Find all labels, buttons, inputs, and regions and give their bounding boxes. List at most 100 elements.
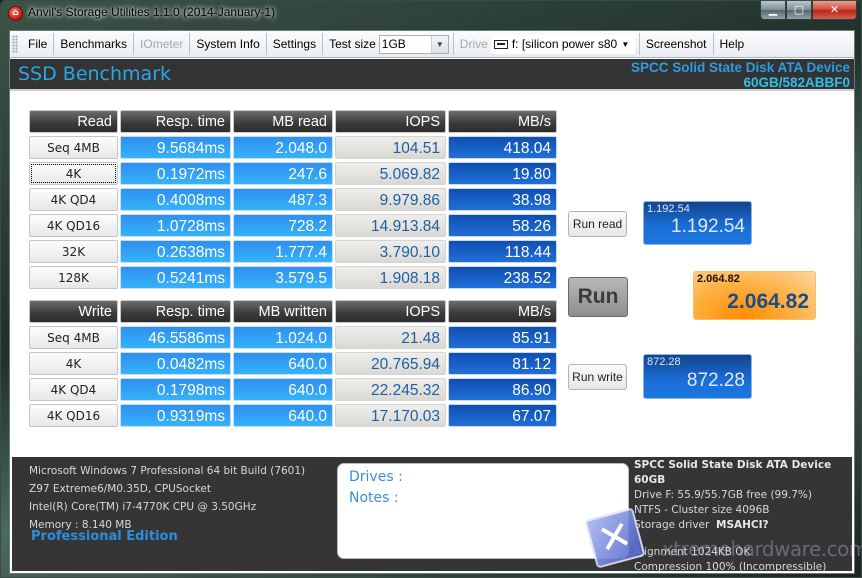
mbs-cell: 58.26 bbox=[448, 214, 557, 237]
write-score: 872.28 872.28 bbox=[643, 354, 752, 399]
mbs-cell: 118.44 bbox=[448, 240, 557, 263]
notes-box[interactable]: Drives : Notes : bbox=[337, 463, 629, 559]
window-title: Anvil's Storage Utilities 1.1.0 (2014-Ja… bbox=[28, 5, 276, 19]
toolbar-grip[interactable] bbox=[12, 35, 18, 53]
mb-cell: 728.2 bbox=[233, 214, 333, 237]
app-logo-icon: ⌂ bbox=[8, 6, 23, 21]
drive-select[interactable]: f: [silicon power s80] ▼ bbox=[490, 34, 635, 54]
iops-cell: 17.170.03 bbox=[335, 404, 446, 427]
chevron-down-icon[interactable]: ▼ bbox=[430, 35, 448, 53]
mb-cell: 487.3 bbox=[233, 188, 333, 211]
menu-screenshot[interactable]: Screenshot bbox=[644, 33, 714, 55]
resp-time-cell: 0.5241ms bbox=[120, 266, 231, 289]
iops-cell: 5.069.82 bbox=[335, 162, 446, 185]
storage-driver-label: Storage driver bbox=[634, 519, 710, 531]
header-band: SSD Benchmark SPCC Solid State Disk ATA … bbox=[10, 59, 854, 91]
iops-cell: 20.765.94 bbox=[335, 352, 446, 375]
menu-file[interactable]: File bbox=[22, 33, 55, 55]
mb-cell: 2.048.0 bbox=[233, 136, 333, 159]
iops-cell: 22.245.32 bbox=[335, 378, 446, 401]
write-test-button[interactable]: 4K bbox=[29, 352, 118, 375]
menu-system-info[interactable]: System Info bbox=[190, 33, 267, 55]
read-test-button[interactable]: 4K QD16 bbox=[29, 214, 118, 237]
separator bbox=[452, 33, 454, 55]
total-score-value: 2.064.82 bbox=[727, 290, 809, 313]
iops-cell: 104.51 bbox=[335, 136, 446, 159]
total-score: 2.064.82 2.064.82 bbox=[693, 271, 816, 320]
mbs-cell: 238.52 bbox=[448, 266, 557, 289]
run-write-button[interactable]: Run write bbox=[568, 364, 627, 390]
resp-time-cell: 0.4008ms bbox=[120, 188, 231, 211]
ntfs-info: NTFS - Cluster size 4096B bbox=[634, 504, 770, 516]
read-header-label: Read bbox=[29, 110, 118, 133]
resp-time-cell: 0.1798ms bbox=[120, 378, 231, 401]
iops-cell: 21.48 bbox=[335, 326, 446, 349]
os-info: Microsoft Windows 7 Professional 64 bit … bbox=[29, 465, 306, 477]
read-test-button[interactable]: 4K QD4 bbox=[29, 188, 118, 211]
read-test-button[interactable]: 32K bbox=[29, 240, 118, 263]
drive-free: Drive F: 55.9/55.7GB free (99.7%) bbox=[634, 489, 812, 501]
chevron-down-icon[interactable]: ▼ bbox=[616, 35, 634, 53]
menu-benchmarks[interactable]: Benchmarks bbox=[54, 33, 135, 55]
title-bar[interactable]: ⌂ Anvil's Storage Utilities 1.1.0 (2014-… bbox=[1, 1, 862, 27]
resp-time-cell: 1.0728ms bbox=[120, 214, 231, 237]
notes-label: Notes : bbox=[349, 490, 399, 506]
drive-title: SPCC Solid State Disk ATA Device 60GB bbox=[634, 459, 832, 486]
mbs-cell: 67.07 bbox=[448, 404, 557, 427]
read-score-small: 1.192.54 bbox=[647, 203, 690, 215]
app-window: ⌂ Anvil's Storage Utilities 1.1.0 (2014-… bbox=[0, 0, 862, 578]
drive-value: f: [silicon power s80] bbox=[511, 36, 621, 51]
read-score: 1.192.54 1.192.54 bbox=[643, 201, 752, 245]
resp-time-cell: 46.5586ms bbox=[120, 326, 231, 349]
read-test-button[interactable]: Seq 4MB bbox=[29, 136, 118, 159]
write-score-value: 872.28 bbox=[686, 370, 745, 391]
mbs-cell: 38.98 bbox=[448, 188, 557, 211]
read-score-value: 1.192.54 bbox=[671, 216, 745, 237]
mbs-cell: 85.91 bbox=[448, 326, 557, 349]
client-area: File Benchmarks IOmeter System Info Sett… bbox=[9, 30, 862, 574]
iops-cell: 1.908.18 bbox=[335, 266, 446, 289]
page-title: SSD Benchmark bbox=[18, 63, 172, 85]
menu-help[interactable]: Help bbox=[714, 33, 751, 55]
read-test-button[interactable]: 4K bbox=[29, 162, 118, 185]
write-test-button[interactable]: 4K QD16 bbox=[29, 404, 118, 427]
read-header-resp: Resp. time bbox=[120, 110, 231, 133]
info-panel: Microsoft Windows 7 Professional 64 bit … bbox=[12, 457, 862, 573]
close-button[interactable]: ✕ bbox=[812, 1, 857, 20]
resp-time-cell: 0.9319ms bbox=[120, 404, 231, 427]
mb-cell: 247.6 bbox=[233, 162, 333, 185]
test-size-value: 1GB bbox=[381, 36, 406, 51]
resp-time-cell: 0.0482ms bbox=[120, 352, 231, 375]
mb-cell: 3.579.5 bbox=[233, 266, 333, 289]
footer-panel: Microsoft Windows 7 Professional 64 bit … bbox=[10, 449, 862, 573]
menu-iometer: IOmeter bbox=[134, 33, 191, 55]
read-header-mbs: MB/s bbox=[448, 110, 557, 133]
resp-time-cell: 0.1972ms bbox=[120, 162, 231, 185]
mb-cell: 640.0 bbox=[233, 404, 333, 427]
run-all-button[interactable]: Run bbox=[568, 277, 628, 317]
write-test-button[interactable]: Seq 4MB bbox=[29, 326, 118, 349]
resp-time-cell: 9.5684ms bbox=[120, 136, 231, 159]
drive-label: Drive bbox=[459, 37, 488, 51]
write-test-button[interactable]: 4K QD4 bbox=[29, 378, 118, 401]
iops-cell: 14.913.84 bbox=[335, 214, 446, 237]
iops-cell: 9.979.86 bbox=[335, 188, 446, 211]
test-size-select[interactable]: 1GB ▼ bbox=[378, 34, 449, 54]
run-read-button[interactable]: Run read bbox=[568, 211, 627, 237]
benchmark-panel: Read Resp. time MB read IOPS MB/s Seq 4M… bbox=[10, 93, 854, 449]
motherboard-info: Z97 Extreme6/M0.35D, CPUSocket bbox=[29, 483, 212, 495]
read-test-button[interactable]: 128K bbox=[29, 266, 118, 289]
maximize-button[interactable]: ▢ bbox=[786, 1, 812, 20]
storage-driver: Storage driver MSAHCI? bbox=[634, 518, 852, 533]
read-header-iops: IOPS bbox=[335, 110, 446, 133]
drive-icon bbox=[493, 39, 508, 49]
minimize-button[interactable]: ▁ bbox=[760, 1, 786, 20]
drives-label: Drives : bbox=[349, 469, 403, 485]
edition-label: Professional Edition bbox=[31, 529, 178, 544]
read-header-mb: MB read bbox=[233, 110, 333, 133]
write-header-iops: IOPS bbox=[335, 300, 446, 323]
system-info: Microsoft Windows 7 Professional 64 bit … bbox=[29, 462, 305, 534]
menu-settings[interactable]: Settings bbox=[267, 33, 324, 55]
mbs-cell: 81.12 bbox=[448, 352, 557, 375]
resp-time-cell: 0.2638ms bbox=[120, 240, 231, 263]
